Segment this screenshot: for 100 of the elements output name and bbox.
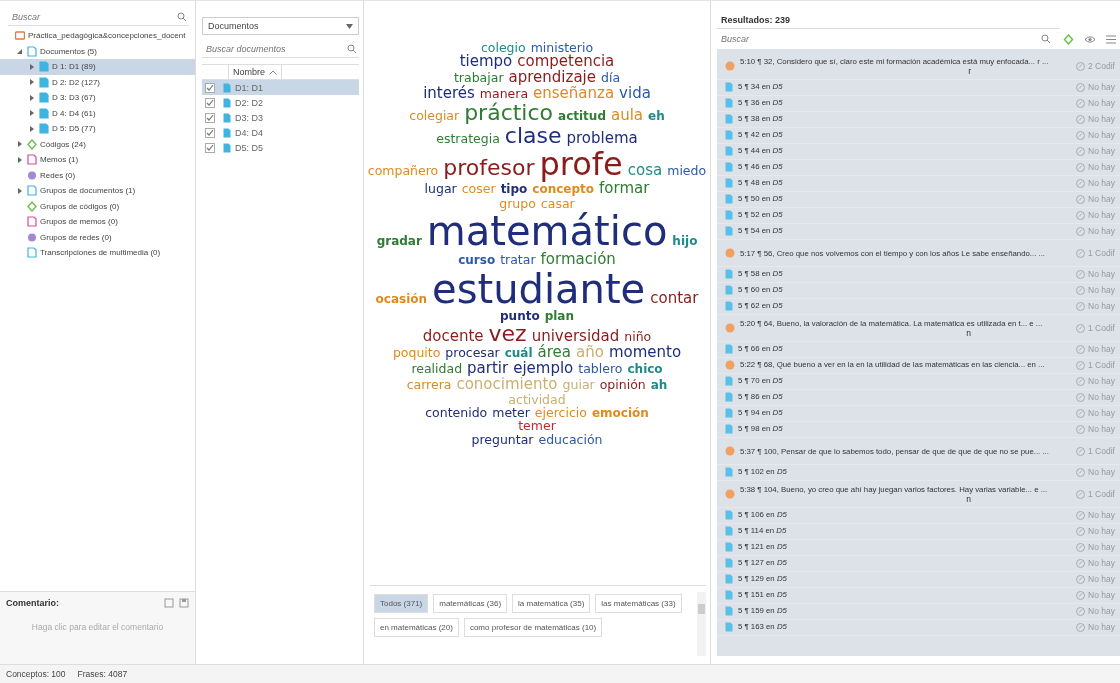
tree-item[interactable]: Redes (0) [0, 167, 195, 183]
tree-item[interactable]: D 4: D4 (61) [0, 105, 195, 121]
cloud-word[interactable]: área [537, 345, 571, 362]
cloud-word[interactable]: práctico [464, 101, 554, 125]
cloud-word[interactable]: eh [648, 110, 665, 123]
cloud-word[interactable]: formación [540, 252, 616, 268]
search-field[interactable]: Buscar [10, 11, 177, 23]
cloud-word[interactable]: preguntar [471, 432, 534, 446]
tree-item[interactable]: Práctica_pedagógica&concepciones_docent [0, 28, 195, 44]
cloud-word[interactable]: punto [500, 309, 540, 323]
tree-item[interactable]: D 3: D3 (67) [0, 90, 195, 106]
cloud-word[interactable]: competencia [517, 54, 615, 70]
tree-item[interactable]: Memos (1) [0, 152, 195, 168]
cloud-word[interactable]: vez [488, 322, 527, 346]
cloud-word[interactable]: curso [458, 254, 496, 267]
cloud-word[interactable]: ejemplo [513, 361, 574, 377]
phrase-chip[interactable]: la matemática (35) [512, 594, 591, 613]
checkbox[interactable] [205, 112, 215, 123]
phrase-chip[interactable]: las matemáticas (33) [595, 594, 682, 613]
tree-item[interactable]: D 5: D5 (77) [0, 121, 195, 137]
phrase-chip[interactable]: Todos (371) [374, 594, 429, 613]
cloud-word[interactable]: realidad [411, 362, 463, 376]
save-icon[interactable] [179, 598, 189, 608]
cloud-word[interactable]: manera [479, 86, 529, 100]
document-row[interactable]: D3: D3 [202, 110, 359, 125]
cloud-word[interactable]: plan [544, 309, 574, 323]
search-field[interactable]: Buscar [719, 33, 1041, 45]
cloud-word[interactable]: chico [627, 363, 663, 376]
document-row[interactable]: D2: D2 [202, 95, 359, 110]
menu-icon[interactable] [1106, 34, 1116, 44]
phrase-chip[interactable]: como profesor de matemáticas (10) [463, 618, 603, 637]
cloud-word[interactable]: niño [624, 330, 652, 344]
checkbox[interactable] [205, 82, 215, 93]
code-icon [1076, 301, 1085, 311]
tree-item[interactable]: Grupos de redes (0) [0, 229, 195, 245]
document-row[interactable]: D4: D4 [202, 125, 359, 140]
cloud-word[interactable]: trabajar [453, 70, 504, 84]
cloud-word[interactable]: miedo [667, 163, 707, 177]
code-icon [1076, 526, 1085, 536]
cloud-word[interactable]: interés [423, 85, 475, 102]
tree-item[interactable]: Grupos de códigos (0) [0, 198, 195, 214]
search-icon [347, 44, 357, 54]
code-icon [1076, 408, 1085, 418]
cloud-word[interactable]: educación [538, 432, 603, 446]
diamond-icon[interactable] [1063, 33, 1074, 45]
cloud-word[interactable]: ministerio [530, 41, 594, 55]
column-header[interactable]: Nombre [228, 65, 282, 79]
cloud-word[interactable]: tipo [500, 183, 528, 196]
cloud-word[interactable]: tratar [500, 253, 536, 267]
document-row[interactable]: D1: D1 [202, 80, 359, 95]
document-dropdown[interactable]: Documentos [202, 17, 359, 35]
cloud-word[interactable]: lugar [424, 182, 457, 196]
cloud-word[interactable]: estudiante [432, 267, 646, 310]
cloud-word[interactable]: estrategia [436, 132, 500, 146]
code-icon [1076, 467, 1085, 477]
cloud-word[interactable]: profesor [443, 155, 535, 179]
caret-icon[interactable] [16, 186, 24, 195]
code-count: No hay [1088, 98, 1115, 108]
cloud-word[interactable]: profe [539, 147, 623, 182]
cloud-word[interactable]: gradar [376, 235, 422, 248]
cloud-word[interactable]: día [600, 70, 621, 84]
search-field[interactable]: Buscar documentos [204, 43, 347, 55]
tree-item[interactable]: Códigos (24) [0, 136, 195, 152]
checkbox[interactable] [205, 97, 215, 108]
scrollbar[interactable] [697, 592, 706, 656]
cloud-word[interactable]: ah [650, 378, 668, 392]
cloud-word[interactable]: colegio [480, 41, 526, 55]
cloud-word[interactable]: actitud [558, 110, 606, 123]
phrase-chip[interactable]: en matemáticas (20) [374, 618, 459, 637]
cloud-word[interactable]: hijo [672, 235, 698, 248]
checkbox[interactable] [205, 142, 215, 153]
tree-item[interactable]: Documentos (5) [0, 43, 195, 59]
tree-item[interactable]: D 2: D2 (127) [0, 74, 195, 90]
cloud-word[interactable]: partir [467, 361, 509, 377]
cloud-word[interactable]: clase [504, 124, 562, 148]
cloud-word[interactable]: contenido [425, 405, 488, 419]
tree-item[interactable]: Grupos de documentos (1) [0, 183, 195, 199]
cloud-word[interactable]: problema [566, 131, 638, 148]
tree-item[interactable]: Transcripciones de multimedia (0) [0, 245, 195, 261]
checkbox[interactable] [205, 127, 215, 138]
cloud-word[interactable]: vida [619, 85, 651, 102]
cloud-word[interactable]: aprendizaje [508, 69, 596, 86]
cloud-word[interactable]: cuál [504, 347, 533, 361]
tree-item[interactable]: Grupos de memos (0) [0, 214, 195, 230]
cloud-word[interactable]: tablero [578, 362, 623, 376]
phrase-chip[interactable]: matemáticas (36) [433, 594, 508, 613]
cloud-word[interactable]: formar [599, 181, 650, 197]
cloud-word[interactable]: contar [650, 290, 699, 307]
cloud-word[interactable]: meter [492, 405, 530, 419]
cloud-word[interactable]: cosa [627, 162, 663, 179]
cloud-word[interactable]: opinión [599, 377, 646, 392]
document-row[interactable]: D5: D5 [202, 140, 359, 155]
cloud-word[interactable]: momento [608, 345, 682, 362]
eye-icon[interactable] [1084, 34, 1096, 44]
cloud-word[interactable]: docente [422, 329, 484, 346]
diamond-icon [27, 138, 37, 150]
cloud-word[interactable]: tiempo [459, 54, 513, 70]
tree-item[interactable]: D 1: D1 (89) [0, 59, 195, 75]
cloud-word[interactable]: temer [518, 419, 556, 433]
cloud-word[interactable]: procesar [445, 346, 500, 360]
